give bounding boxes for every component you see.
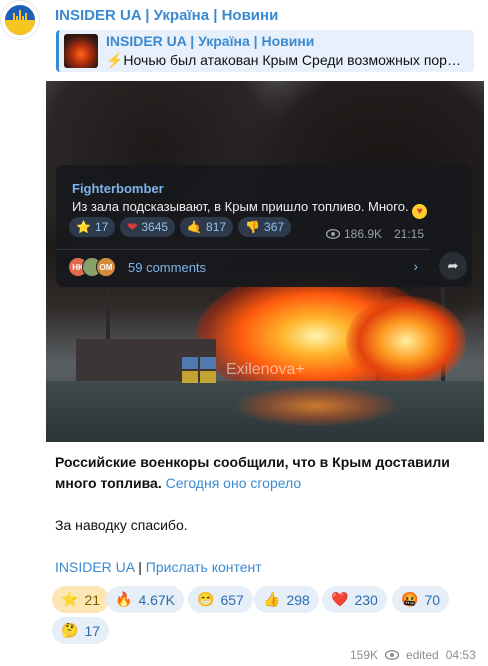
heart-icon: ❤️ [331, 591, 349, 607]
edited-label: edited [406, 648, 439, 662]
signature-channel-link[interactable]: INSIDER UA [55, 559, 134, 575]
post-link[interactable]: Сегодня оно сгорело [166, 475, 302, 491]
angry-face-icon: 🤬 [401, 591, 419, 607]
trident-icon [4, 5, 36, 36]
submit-content-link[interactable]: Прислать контент [146, 559, 262, 575]
embedded-comments-count: 59 comments [128, 259, 207, 275]
fire-icon: 🔥 [115, 591, 133, 607]
embedded-reaction: ❤ 3645 [120, 217, 176, 237]
embedded-views: 186.9K [326, 227, 382, 241]
reply-thumbnail [64, 34, 98, 68]
heart-eyes-emoji-icon: ♥ [412, 204, 428, 219]
embedded-reaction: 🤙 817 [180, 217, 234, 237]
thinking-face-icon: 🤔 [61, 622, 79, 638]
views-count: 159K [350, 648, 379, 662]
message-footer: 159K edited 04:53 [350, 648, 476, 662]
embedded-text: Из зала подсказывают, в Крым пришло топл… [72, 199, 409, 214]
eye-icon [385, 650, 400, 660]
star-icon: ⭐ [61, 591, 79, 607]
reaction-heart[interactable]: ❤️ 230 [322, 586, 387, 613]
grin-icon: 😁 [197, 591, 215, 607]
post-text: Российские военкоры сообщили, что в Крым… [55, 452, 475, 494]
embedded-reaction: ⭐ 17 [69, 217, 116, 237]
embedded-author: Fighterbomber [72, 181, 164, 196]
embedded-reactions: ⭐ 17 ❤ 3645 🤙 817 👎 367 [69, 217, 292, 237]
post-thanks-text: За наводку спасибо. [55, 517, 188, 533]
message-time: 04:53 [445, 648, 476, 662]
eye-icon [326, 229, 340, 239]
chevron-right-icon: › [413, 258, 418, 274]
embedded-reaction: 👎 367 [238, 217, 292, 237]
reaction-grin[interactable]: 😁 657 [188, 586, 253, 613]
reaction-star[interactable]: ⭐ 21 [52, 586, 110, 613]
reply-title: INSIDER UA | Україна | Новини [106, 33, 315, 49]
channel-avatar[interactable] [0, 0, 40, 40]
reaction-fire[interactable]: 🔥 4.67K [106, 586, 185, 613]
watermark-logo [182, 357, 216, 383]
embedded-time: 21:15 [394, 227, 425, 241]
commenter-avatar: OM [96, 257, 116, 277]
reaction-thinking[interactable]: 🤔 17 [52, 617, 110, 644]
watermark-text: Exilenova+ [226, 361, 305, 378]
embedded-telegram-post: Fighterbomber Из зала подсказывают, в Кр… [56, 165, 472, 287]
reply-text: ⚡Ночью был атакован Крым Среди возможных… [106, 52, 461, 68]
reaction-angry[interactable]: 🤬 70 [392, 586, 450, 613]
share-icon: ➦ [439, 252, 467, 280]
reply-preview[interactable]: INSIDER UA | Україна | Новини ⚡Ночью был… [56, 30, 474, 72]
embedded-comments-row: HK OM 59 comments › [68, 252, 430, 282]
thumbs-up-icon: 👍 [263, 591, 281, 607]
reaction-thumbs-up[interactable]: 👍 298 [254, 586, 319, 613]
channel-name[interactable]: INSIDER UA | Україна | Новини [55, 7, 278, 24]
post-signature: INSIDER UA | Прислать контент [55, 559, 262, 575]
